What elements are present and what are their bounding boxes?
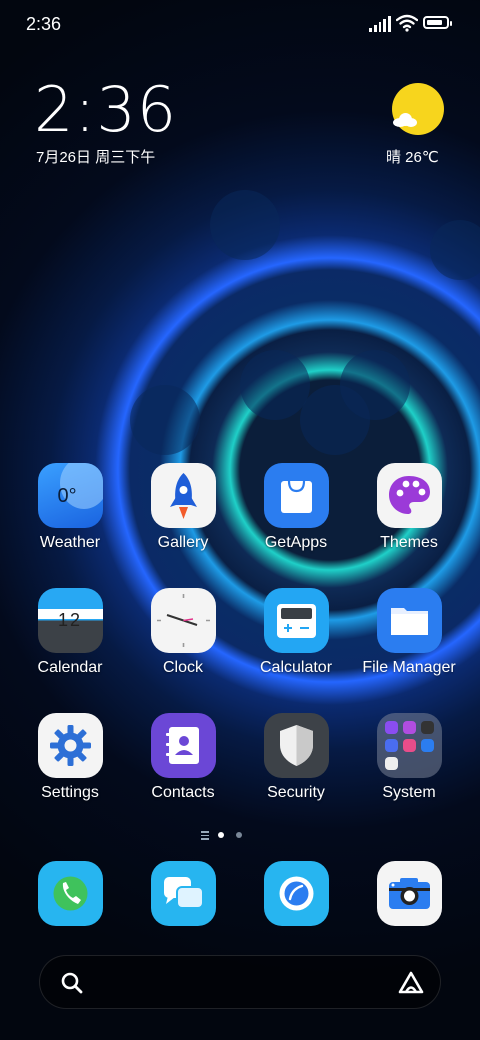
phone-icon bbox=[53, 876, 88, 911]
page-dot-current[interactable] bbox=[218, 832, 224, 838]
app-weather[interactable]: 0° Weather bbox=[15, 463, 125, 552]
gear-icon bbox=[37, 713, 103, 778]
wallpaper-blob bbox=[240, 350, 310, 420]
app-label: GetApps bbox=[264, 534, 328, 551]
app-system-folder[interactable]: System bbox=[354, 713, 464, 802]
app-label: Clock bbox=[162, 659, 203, 676]
camera-icon bbox=[389, 878, 430, 909]
app-file-manager[interactable]: File Manager bbox=[354, 588, 464, 677]
dock-browser[interactable] bbox=[264, 861, 329, 926]
app-label: Security bbox=[267, 784, 325, 801]
calculator-icon bbox=[263, 588, 329, 653]
dock-camera[interactable] bbox=[377, 861, 442, 926]
sun-icon[interactable] bbox=[392, 83, 444, 135]
calendar-icon-date: 12 bbox=[57, 610, 83, 630]
app-label: File Manager bbox=[362, 659, 456, 676]
palette-icon bbox=[376, 463, 442, 528]
battery-level bbox=[427, 20, 442, 25]
calendar-icon: 12 bbox=[37, 588, 103, 653]
app-security[interactable]: Security bbox=[241, 713, 351, 802]
app-contacts[interactable]: Contacts bbox=[128, 713, 238, 802]
app-label: Calculator bbox=[259, 659, 333, 676]
clock-icon bbox=[150, 588, 216, 653]
rocket-icon bbox=[150, 463, 216, 528]
folder-icon bbox=[376, 588, 442, 653]
app-getapps[interactable]: GetApps bbox=[241, 463, 351, 552]
app-gallery[interactable]: Gallery bbox=[128, 463, 238, 552]
contacts-icon bbox=[150, 713, 216, 778]
dock-phone[interactable] bbox=[38, 861, 103, 926]
app-label: Settings bbox=[41, 784, 99, 801]
weather-icon-temp: 0° bbox=[57, 485, 77, 507]
wallpaper-blob bbox=[430, 220, 480, 280]
wallpaper-blob bbox=[340, 350, 410, 420]
page-dot[interactable] bbox=[236, 832, 242, 838]
signal-icon bbox=[369, 16, 391, 32]
widget-date: 7月26日 周三下午 bbox=[36, 149, 156, 166]
wallpaper-blob bbox=[210, 190, 280, 260]
app-drawer-lines-icon bbox=[201, 831, 209, 842]
weather-icon: 0° bbox=[37, 463, 103, 528]
search-bar[interactable] bbox=[39, 955, 441, 1009]
search-icon[interactable] bbox=[60, 971, 84, 995]
widget-weather: 晴 26℃ bbox=[386, 149, 439, 166]
page-indicator[interactable] bbox=[198, 830, 248, 840]
app-clock[interactable]: Clock bbox=[128, 588, 238, 677]
app-settings[interactable]: Settings bbox=[15, 713, 125, 802]
app-label: Themes bbox=[380, 534, 438, 551]
shield-icon bbox=[263, 713, 329, 778]
wifi-icon bbox=[396, 14, 418, 32]
browser-icon bbox=[279, 876, 314, 911]
shopping-bag-icon bbox=[263, 463, 329, 528]
app-label: System bbox=[382, 784, 436, 801]
wallpaper-blob bbox=[130, 385, 200, 455]
widget-clock[interactable]: 2:36 bbox=[34, 78, 177, 142]
app-label: Calendar bbox=[37, 659, 103, 676]
app-label: Weather bbox=[39, 534, 101, 551]
app-label: Contacts bbox=[151, 784, 215, 801]
folder-grid-icon bbox=[376, 713, 442, 778]
app-calculator[interactable]: Calculator bbox=[241, 588, 351, 677]
cloud-icon bbox=[393, 113, 417, 127]
dock-messages[interactable] bbox=[151, 861, 216, 926]
messages-icon bbox=[164, 877, 204, 909]
app-themes[interactable]: Themes bbox=[354, 463, 464, 552]
app-label: Gallery bbox=[157, 534, 209, 551]
status-bar: 2:36 bbox=[0, 0, 480, 50]
assistant-icon[interactable] bbox=[397, 970, 425, 996]
app-calendar[interactable]: 12 Calendar bbox=[15, 588, 125, 677]
status-time: 2:36 bbox=[26, 14, 62, 34]
battery-icon bbox=[423, 16, 452, 29]
